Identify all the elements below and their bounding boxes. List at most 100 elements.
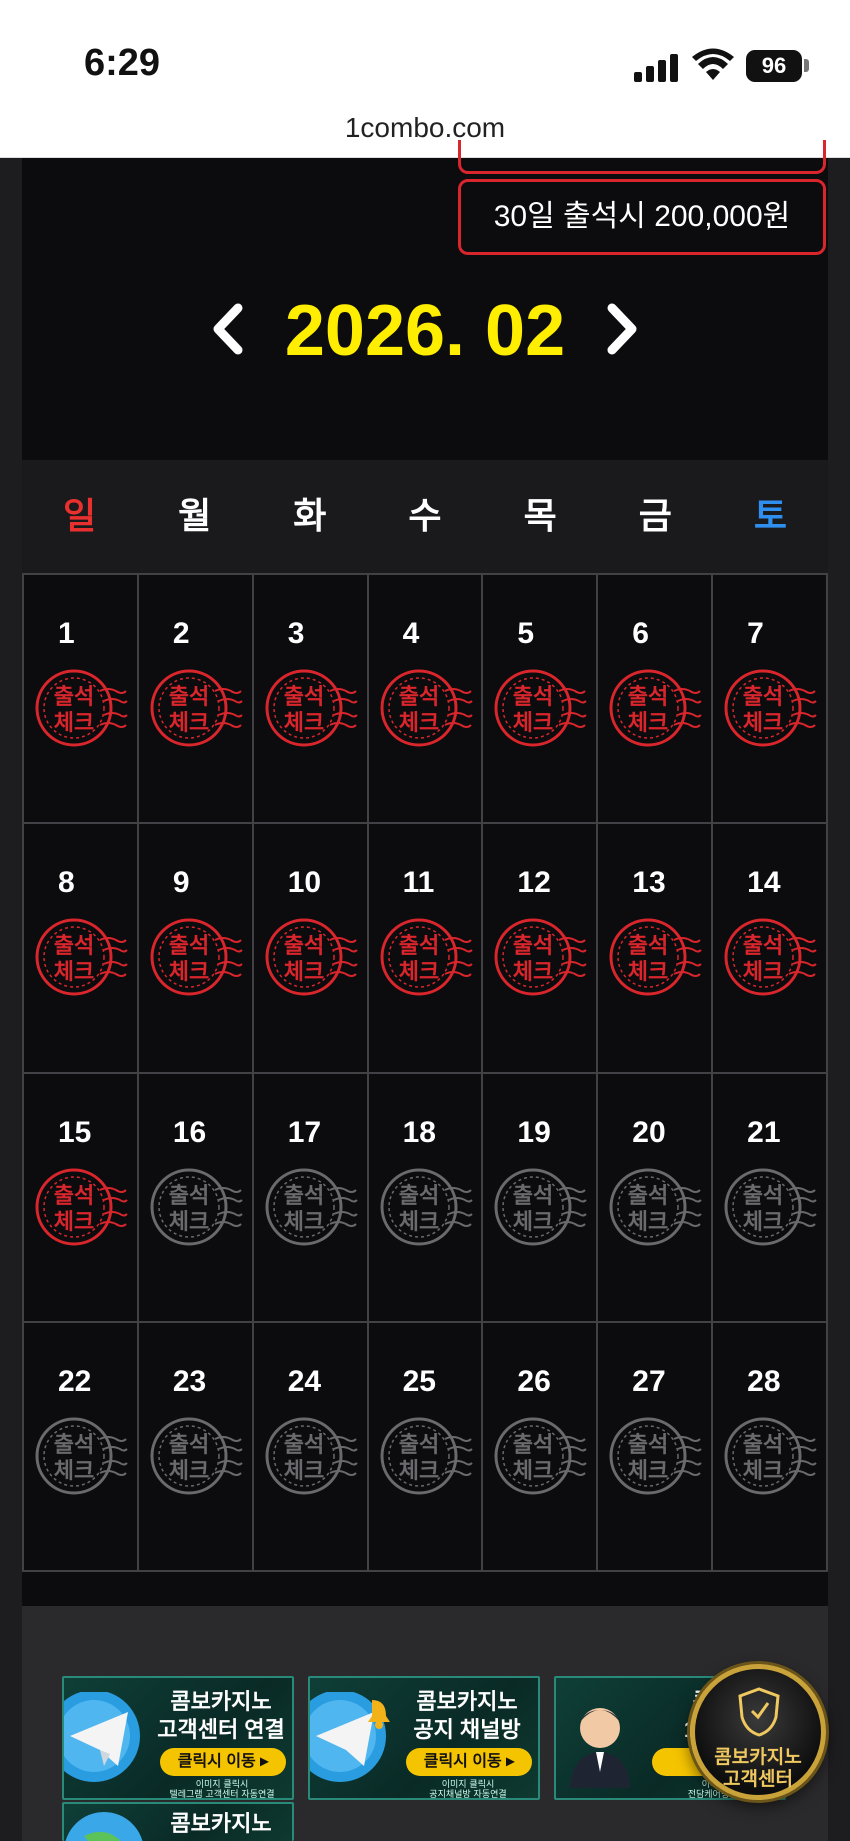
day-number: 14: [747, 866, 781, 900]
stamp-text: 출석: [398, 1433, 438, 1458]
stamp-text: 출석: [628, 1184, 668, 1209]
stamp-text: 출석: [743, 1433, 783, 1458]
next-month-button[interactable]: [592, 296, 648, 362]
attendance-stamp-checked-icon: 출석체크: [380, 669, 473, 747]
calendar-day-cell[interactable]: 1 출석 체크: [24, 575, 137, 823]
calendar-day-cell[interactable]: 9 출석 체크: [138, 824, 252, 1072]
battery-icon: 96: [746, 50, 802, 82]
calendar-day-cell[interactable]: 20 출석 체크: [598, 1073, 712, 1321]
stamp-text: 출석: [513, 1184, 553, 1209]
attendance-stamp-unchecked-icon: 출석체크: [609, 1168, 702, 1245]
status-time: 6:29: [84, 42, 161, 84]
banner-notice-channel[interactable]: 콤보카지노 공지 채널방 클릭시 이동 ▸ 이미지 클릭시 공지채널방 자동연결: [308, 1676, 540, 1800]
day-number: 8: [58, 866, 75, 900]
calendar-day-cell[interactable]: 28 출석 체크: [713, 1322, 826, 1570]
stamp-text: 출석: [54, 1184, 94, 1209]
calendar-day-cell[interactable]: 14 출석 체크: [713, 824, 826, 1072]
attendance-stamp-checked-icon: 출석체크: [35, 1168, 128, 1245]
day-number: 15: [58, 1115, 92, 1149]
attendance-stamp-unchecked-icon: 출석체크: [494, 1168, 588, 1245]
calendar-day-cell[interactable]: 16 출석 체크: [138, 1073, 252, 1321]
day-number: 12: [517, 866, 551, 900]
stamp-text: 체크: [398, 711, 438, 736]
page-root: 6:29 96 1combo.com 30일 출석시 200,000원 2026…: [0, 0, 850, 1841]
calendar-day-cell[interactable]: 24 출석 체크: [253, 1322, 367, 1570]
status-bar: 6:29 96: [0, 0, 850, 100]
calendar-day-cell[interactable]: 21 출석 체크: [713, 1073, 826, 1321]
calendar-day-cell[interactable]: 12 출석 체크: [483, 824, 597, 1072]
telegram-bell-icon: [310, 1692, 390, 1782]
calendar-day-cell[interactable]: 5 출석 체크: [483, 575, 597, 823]
banner-title: 콤보카지노: [170, 1811, 272, 1836]
calendar-day-cell[interactable]: 2 출석 체크: [138, 575, 252, 823]
day-number: 21: [747, 1115, 781, 1149]
day-number: 5: [517, 617, 535, 650]
calendar-day-cell[interactable]: 27 출석 체크: [598, 1322, 712, 1570]
shield-icon: [738, 1687, 780, 1737]
stamp-text: 출석: [283, 934, 323, 959]
banner-note: 이미지 클릭시 공지채널방 자동연결: [429, 1780, 507, 1800]
banner-support-center[interactable]: 콤보카지노 고객센터 연결 클릭시 이동 ▸ 이미지 클릭시 텔레그램 고객센터 자…: [62, 1676, 294, 1800]
calendar-day-cell[interactable]: 22 출석 체크: [24, 1322, 137, 1570]
day-number: 11: [402, 866, 435, 900]
banner-fourth[interactable]: 콤보카지노: [62, 1802, 294, 1841]
calendar-day-cell[interactable]: 11 출석 체크: [368, 824, 482, 1072]
stamp-text: 출석: [54, 1433, 94, 1458]
banner-title: 콤보카지노 고객센터 연결: [157, 1689, 285, 1742]
calendar-day-cell[interactable]: 4 출석 체크: [368, 575, 482, 823]
calendar-day-cell[interactable]: 19 출석 체크: [483, 1073, 597, 1321]
stamp-text: 체크: [54, 1210, 94, 1235]
day-number: 26: [517, 1364, 551, 1398]
day-number: 13: [632, 866, 666, 900]
day-number: 25: [402, 1364, 436, 1398]
calendar-day-cell[interactable]: 23 출석 체크: [138, 1322, 252, 1570]
stamp-text: 출석: [513, 934, 553, 959]
stamp-text: 체크: [513, 711, 553, 736]
stamp-text: 출석: [398, 1184, 438, 1209]
stamp-text: 출석: [743, 685, 783, 710]
month-title: 2026. 02: [284, 291, 566, 371]
calendar-day-cell[interactable]: 3 출석 체크: [253, 575, 367, 823]
reward-box-previous: [458, 140, 826, 174]
floating-support-button[interactable]: 콤보카지노 고객센터: [690, 1664, 826, 1800]
calendar-day-cell[interactable]: 13 출석 체크: [598, 824, 712, 1072]
stamp-text: 체크: [283, 960, 323, 985]
stamp-text: 체크: [743, 960, 783, 985]
stamp-text: 출석: [628, 685, 668, 710]
attendance-stamp-checked-icon: 출석체크: [265, 669, 358, 747]
banner-note: 이미지 클릭시 텔레그램 고객센터 자동연결: [169, 1780, 275, 1800]
day-number: 19: [517, 1115, 551, 1149]
stamp-text: 체크: [398, 1210, 438, 1235]
calendar-day-cell[interactable]: 8 출석 체크: [24, 824, 137, 1072]
cellular-signal-icon: [634, 52, 680, 82]
attendance-stamp-unchecked-icon: 출석체크: [150, 1417, 243, 1495]
attendance-stamp-checked-icon: 출석체크: [380, 918, 473, 996]
calendar-footer-strip: [22, 1572, 828, 1606]
banner-title: 콤보카지노 공지 채널방: [413, 1689, 521, 1742]
calendar-day-cell[interactable]: 7 출석 체크: [713, 575, 826, 823]
calendar-day-cell[interactable]: 17 출석 체크: [253, 1073, 367, 1321]
banner-button[interactable]: 클릭시 이동 ▸: [406, 1748, 532, 1776]
stamp-text: 출석: [169, 1433, 209, 1458]
day-number: 10: [287, 866, 322, 900]
stamp-text: 출석: [398, 934, 438, 959]
attendance-stamp-unchecked-icon: 출석체크: [265, 1168, 358, 1245]
stamp-text: 출석: [283, 1184, 323, 1209]
stamp-text: 출석: [513, 1433, 553, 1458]
calendar-day-cell[interactable]: 6 출석 체크: [598, 575, 712, 823]
calendar-day-cell[interactable]: 26 출석 체크: [483, 1322, 597, 1570]
day-number: 24: [287, 1364, 322, 1398]
attendance-stamp-checked-icon: 출석체크: [724, 918, 817, 996]
day-number: 4: [402, 617, 420, 650]
stamp-text: 체크: [169, 711, 209, 736]
stamp-text: 체크: [169, 960, 209, 985]
banner-button[interactable]: 클릭시 이동 ▸: [160, 1748, 286, 1776]
calendar-day-cell[interactable]: 10 출석 체크: [253, 824, 367, 1072]
day-number: 7: [747, 617, 764, 650]
stamp-text: 체크: [283, 711, 323, 736]
calendar-day-cell[interactable]: 25 출석 체크: [368, 1322, 482, 1570]
attendance-stamp-checked-icon: 출석체크: [150, 918, 243, 996]
attendance-stamp-checked-icon: 출석체크: [35, 669, 128, 747]
calendar-day-cell[interactable]: 15 출석 체크: [24, 1073, 137, 1321]
calendar-day-cell[interactable]: 18 출석 체크: [368, 1073, 482, 1321]
